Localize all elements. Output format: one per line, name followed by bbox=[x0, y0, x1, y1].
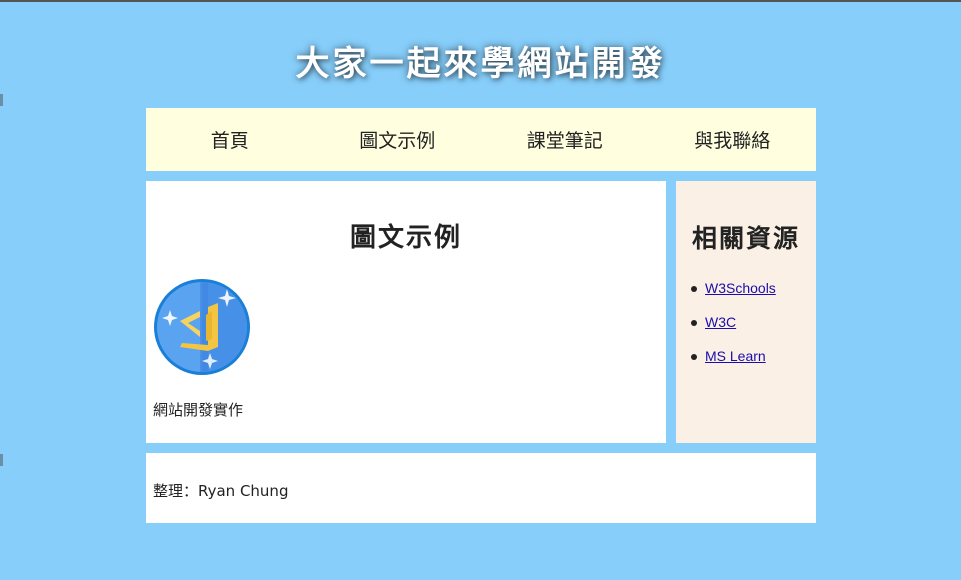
nav-item-home[interactable]: 首頁 bbox=[146, 126, 314, 153]
list-item: W3Schools bbox=[691, 280, 776, 314]
main-nav: 首頁 圖文示例 課堂筆記 與我聯絡 bbox=[146, 108, 816, 171]
nav-item-contact[interactable]: 與我聯絡 bbox=[649, 126, 817, 153]
site-title: 大家一起來學網站開發 bbox=[295, 44, 666, 84]
main-content: 圖文示例 網站開發實作 bbox=[146, 181, 666, 443]
nav-item-notes[interactable]: 課堂筆記 bbox=[481, 126, 649, 153]
left-edge-marker bbox=[0, 454, 3, 466]
link-ms-learn[interactable]: MS Learn bbox=[705, 348, 766, 364]
link-w3schools[interactable]: W3Schools bbox=[705, 280, 776, 296]
list-item: W3C bbox=[691, 314, 776, 348]
link-w3c[interactable]: W3C bbox=[705, 314, 736, 330]
footer-credit: 整理：Ryan Chung bbox=[153, 482, 289, 500]
resource-list: W3Schools W3C MS Learn bbox=[691, 280, 776, 382]
image-caption: 網站開發實作 bbox=[153, 401, 244, 419]
list-item: MS Learn bbox=[691, 348, 776, 382]
left-edge-marker bbox=[0, 94, 3, 106]
main-title: 圖文示例 bbox=[349, 223, 462, 253]
vs-code-logo-icon bbox=[154, 279, 250, 375]
sidebar: 相關資源 W3Schools W3C MS Learn bbox=[676, 181, 816, 443]
nav-item-examples[interactable]: 圖文示例 bbox=[314, 126, 482, 153]
sidebar-title: 相關資源 bbox=[691, 224, 800, 253]
footer: 整理：Ryan Chung bbox=[146, 453, 816, 523]
